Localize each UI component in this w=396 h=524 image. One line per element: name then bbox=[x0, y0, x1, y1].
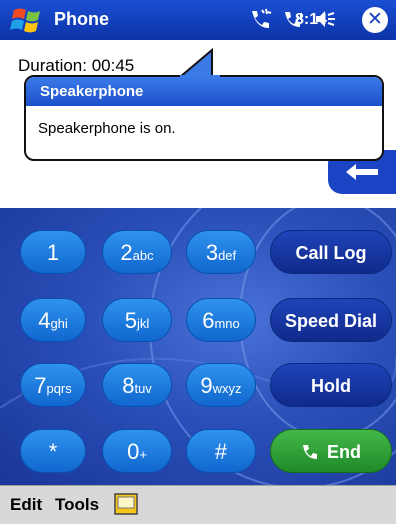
speed-dial-button[interactable]: Speed Dial bbox=[270, 298, 392, 342]
menu-edit[interactable]: Edit bbox=[10, 495, 42, 515]
clock[interactable]: 8:14 bbox=[295, 11, 327, 29]
key-3[interactable]: 3def bbox=[186, 230, 256, 274]
backspace-arrow-icon bbox=[346, 164, 378, 180]
close-button[interactable]: ✕ bbox=[362, 7, 388, 33]
hold-button[interactable]: Hold bbox=[270, 363, 392, 407]
key-0[interactable]: 0+ bbox=[102, 429, 172, 473]
end-call-button[interactable]: End bbox=[270, 429, 392, 473]
notification-title: Speakerphone bbox=[26, 77, 382, 106]
key-8[interactable]: 8tuv bbox=[102, 363, 172, 407]
notification-message: Speakerphone is on. bbox=[38, 120, 176, 137]
call-duration: Duration: 00:45 bbox=[18, 56, 135, 75]
title-bar: Phone 8:14 ✕ bbox=[0, 0, 396, 40]
close-icon: ✕ bbox=[367, 9, 383, 30]
keyboard-icon[interactable] bbox=[114, 493, 138, 515]
key-hash[interactable]: # bbox=[186, 429, 256, 473]
key-9[interactable]: 9wxyz bbox=[186, 363, 256, 407]
notification-bubble[interactable]: Speakerphone Speakerphone is on. bbox=[24, 75, 384, 161]
phone-activity-icon[interactable] bbox=[248, 8, 272, 30]
start-flag-icon[interactable] bbox=[10, 6, 44, 34]
menu-tools[interactable]: Tools bbox=[55, 495, 99, 515]
bubble-pointer bbox=[179, 48, 220, 78]
key-1[interactable]: 1 bbox=[20, 230, 86, 274]
dial-pad: 1 2abc 3def 4ghi 5jkl 6mno 7pqrs 8tuv 9w… bbox=[0, 208, 396, 485]
key-2[interactable]: 2abc bbox=[102, 230, 172, 274]
call-log-button[interactable]: Call Log bbox=[270, 230, 392, 274]
key-7[interactable]: 7pqrs bbox=[20, 363, 86, 407]
key-5[interactable]: 5jkl bbox=[102, 298, 172, 342]
key-4[interactable]: 4ghi bbox=[20, 298, 86, 342]
key-star[interactable]: * bbox=[20, 429, 86, 473]
app-title: Phone bbox=[54, 9, 110, 29]
phone-icon bbox=[303, 445, 317, 459]
menu-bar: Edit Tools bbox=[0, 485, 396, 524]
key-6[interactable]: 6mno bbox=[186, 298, 256, 342]
